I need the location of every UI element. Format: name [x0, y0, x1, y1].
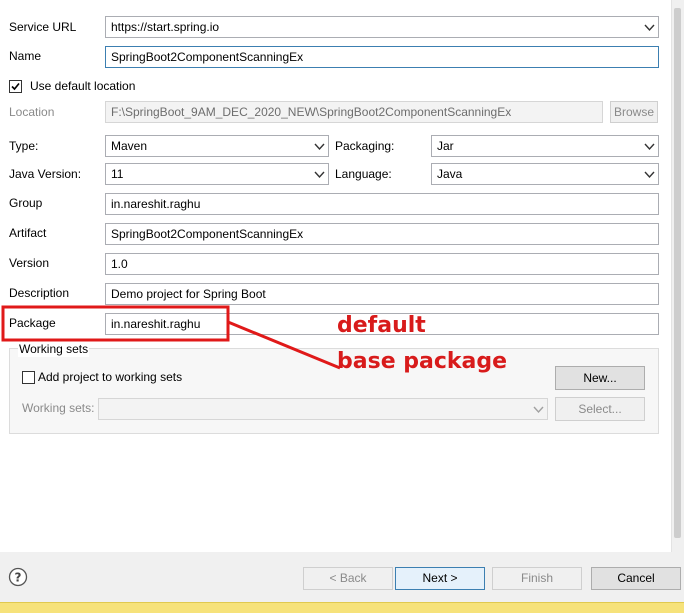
help-button[interactable]: ?: [8, 567, 28, 587]
cancel-button[interactable]: Cancel: [591, 567, 681, 590]
next-button[interactable]: Next >: [395, 567, 485, 590]
vertical-scrollbar[interactable]: [671, 0, 684, 552]
annotation-arrow-line: [227, 320, 341, 370]
question-mark-icon: ?: [8, 567, 28, 587]
annotation-text-base-package: base package: [337, 349, 508, 374]
finish-button[interactable]: Finish: [492, 567, 582, 590]
status-strip: [0, 602, 684, 613]
svg-text:?: ?: [15, 571, 22, 585]
package-highlight-box: [1, 305, 230, 342]
back-button[interactable]: < Back: [303, 567, 393, 590]
scrollbar-thumb[interactable]: [674, 8, 681, 538]
annotation-text-default: default: [337, 313, 426, 338]
annotation-overlay: [1, 305, 341, 370]
